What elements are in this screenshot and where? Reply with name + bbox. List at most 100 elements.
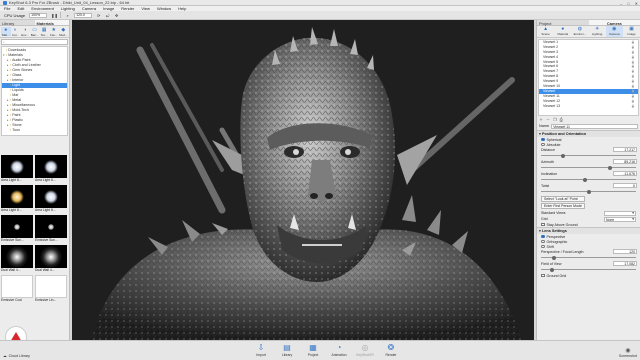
project-section-scene[interactable]: ▲ Scene — [537, 26, 554, 37]
field-of-view-input[interactable]: 17.082 — [613, 261, 637, 266]
maximize-button[interactable]: □ — [627, 1, 629, 6]
camera-list-item[interactable]: Viewset 13 🔒 — [539, 104, 638, 109]
material-thumbnail[interactable]: Area Light 8... — [1, 155, 33, 184]
first-person-mode-button[interactable]: Enter First Person Mode — [541, 203, 585, 209]
standard-views-select[interactable] — [604, 210, 636, 216]
shift-radio[interactable] — [541, 244, 545, 249]
focal-length-slider-handle[interactable] — [552, 255, 557, 260]
absolute-radio[interactable] — [541, 142, 545, 147]
stay-above-ground-checkbox[interactable] — [541, 222, 545, 227]
perspective-radio[interactable] — [541, 234, 545, 239]
field-of-view-slider-handle[interactable] — [550, 267, 555, 272]
azimuth-input[interactable]: 85.216 — [613, 159, 637, 164]
toolbar-separator — [60, 12, 62, 18]
lens-settings-header[interactable]: ▾ Lens Settings — [537, 227, 640, 234]
lock-icon[interactable]: 🔒 — [631, 104, 635, 109]
zoom-icon[interactable]: ⌕ — [65, 13, 70, 18]
light-glow — [14, 223, 20, 230]
distance-input[interactable]: 17.217 — [613, 147, 637, 152]
material-thumbnail[interactable]: Area Light 8... — [35, 155, 67, 184]
render-viewport[interactable] — [72, 20, 534, 340]
orthographic-radio[interactable] — [541, 239, 545, 244]
screenshot-button[interactable]: ◉ Screenshot — [619, 347, 637, 358]
azimuth-slider-track[interactable] — [541, 167, 636, 168]
material-thumbnail[interactable]: Area Light 8... — [35, 185, 67, 214]
pause-icon[interactable]: ❚❚ — [51, 13, 58, 18]
tab-library[interactable]: Library — [0, 20, 35, 26]
thumbnail-preview — [1, 185, 33, 208]
library-button[interactable]: ▤ Library — [278, 343, 296, 357]
spherical-radio[interactable] — [541, 137, 545, 142]
position-orientation-title: Position and Orientation — [541, 132, 587, 136]
library-category-materials[interactable]: ● Mat... — [1, 27, 11, 37]
material-thumbnail[interactable]: Dual Wall 4... — [1, 245, 33, 274]
zoom-field[interactable]: 120.0 — [74, 12, 93, 18]
library-category-colors[interactable]: ◐ Col... — [11, 27, 21, 37]
inclination-slider-handle[interactable] — [583, 177, 588, 182]
project-section-material[interactable]: ● Material — [554, 26, 571, 37]
add-camera-icon[interactable]: ＋ — [539, 117, 543, 123]
move-icon[interactable]: ✥ — [114, 13, 119, 18]
distance-slider-handle[interactable] — [561, 153, 566, 158]
cpu-usage-select[interactable]: 100% — [29, 12, 48, 18]
material-thumbnail[interactable]: Emissive Cool — [1, 275, 33, 304]
project-section-label: Lighting — [591, 32, 603, 36]
refresh-icon[interactable]: ⟳ — [96, 13, 101, 18]
project-icon: ▦ — [309, 343, 317, 352]
tab-camera[interactable]: Camera — [588, 20, 640, 26]
lens-settings-title: Lens Settings — [541, 229, 567, 233]
tab-project[interactable]: Project — [537, 20, 589, 26]
toolbar: CPU Usage 100% ❚❚ ⌕ 120.0 ⟳ ⤾ ✥ — [0, 11, 640, 20]
close-button[interactable]: ✕ — [635, 1, 638, 6]
library-category-models[interactable]: ◆ Mod... — [58, 27, 68, 37]
minimize-button[interactable]: – — [620, 1, 622, 6]
tab-materials[interactable]: Materials — [34, 20, 69, 26]
remove-camera-icon[interactable]: － — [546, 117, 550, 123]
azimuth-slider-handle[interactable] — [608, 165, 613, 170]
library-category-textures[interactable]: ▦ Tex... — [39, 27, 49, 37]
material-thumbnail[interactable]: Emissive Lin... — [35, 275, 67, 304]
select-look-at-button[interactable]: Select "Look at" Point — [541, 196, 585, 202]
distance-slider-track[interactable] — [541, 155, 636, 156]
project-section-environment[interactable]: ◍ Environ... — [571, 26, 588, 37]
material-thumbnail[interactable]: Dual Wall 4... — [35, 245, 67, 274]
project-section-image[interactable]: ▣ Image — [623, 26, 640, 37]
focal-length-input[interactable]: 120 — [613, 249, 637, 254]
animation-button[interactable]: ◔ Animation — [330, 343, 348, 357]
grid-select[interactable]: None — [604, 216, 636, 222]
library-category-environments[interactable]: ◑ Env... — [20, 27, 30, 37]
render-button[interactable]: ❂ Render — [382, 343, 400, 357]
project-section-camera[interactable]: ◉ Camera — [605, 26, 623, 37]
tree-item[interactable]: ▪ Toon — [2, 128, 67, 133]
project-label: Project — [307, 353, 319, 357]
material-thumbnail[interactable]: Emissive Sun... — [35, 215, 67, 244]
field-of-view-slider-track[interactable] — [541, 269, 636, 270]
project-section-label: Camera — [608, 32, 620, 36]
ground-grid-row[interactable]: Ground Grid — [537, 273, 640, 278]
duplicate-camera-icon[interactable]: ❐ — [553, 117, 557, 122]
save-camera-icon[interactable]: ⎙ — [560, 117, 563, 122]
project-button[interactable]: ▦ Project — [304, 343, 322, 357]
thumbnail-label: Emissive Sun... — [1, 238, 24, 242]
project-section-lighting[interactable]: ☀ Lighting — [589, 26, 606, 37]
library-search-input[interactable]: ⌕ — [1, 39, 68, 45]
position-orientation-header[interactable]: ▾ Position and Orientation — [537, 130, 640, 137]
inclination-input[interactable]: -11.676 — [613, 171, 637, 176]
rotate-icon[interactable]: ⤾ — [105, 13, 110, 18]
material-thumbnail[interactable]: Emissive Sun... — [1, 215, 33, 244]
twist-input[interactable]: 0 — [613, 183, 637, 188]
ground-grid-checkbox[interactable] — [541, 273, 545, 278]
spherical-label: Spherical — [546, 137, 562, 142]
cpu-usage-label: CPU Usage — [4, 12, 26, 18]
thumbnail-preview — [35, 245, 67, 268]
import-button[interactable]: ⇩ Import — [252, 343, 270, 357]
library-category-favorites[interactable]: ★ Fav... — [49, 27, 59, 37]
material-thumbnail[interactable]: Area Light 8... — [1, 185, 33, 214]
twist-slider-handle[interactable] — [587, 189, 591, 194]
camera-name-input[interactable]: Viewset 11 — [551, 123, 638, 129]
animation-label: Animation — [331, 353, 347, 357]
cloud-library-button[interactable]: ☁ Cloud Library — [3, 354, 30, 358]
library-category-backplates[interactable]: ▭ Bac... — [30, 27, 40, 37]
keyshotxr-button[interactable]: ◎ KeyShotXR — [356, 343, 374, 357]
inclination-slider-track[interactable] — [541, 179, 636, 180]
